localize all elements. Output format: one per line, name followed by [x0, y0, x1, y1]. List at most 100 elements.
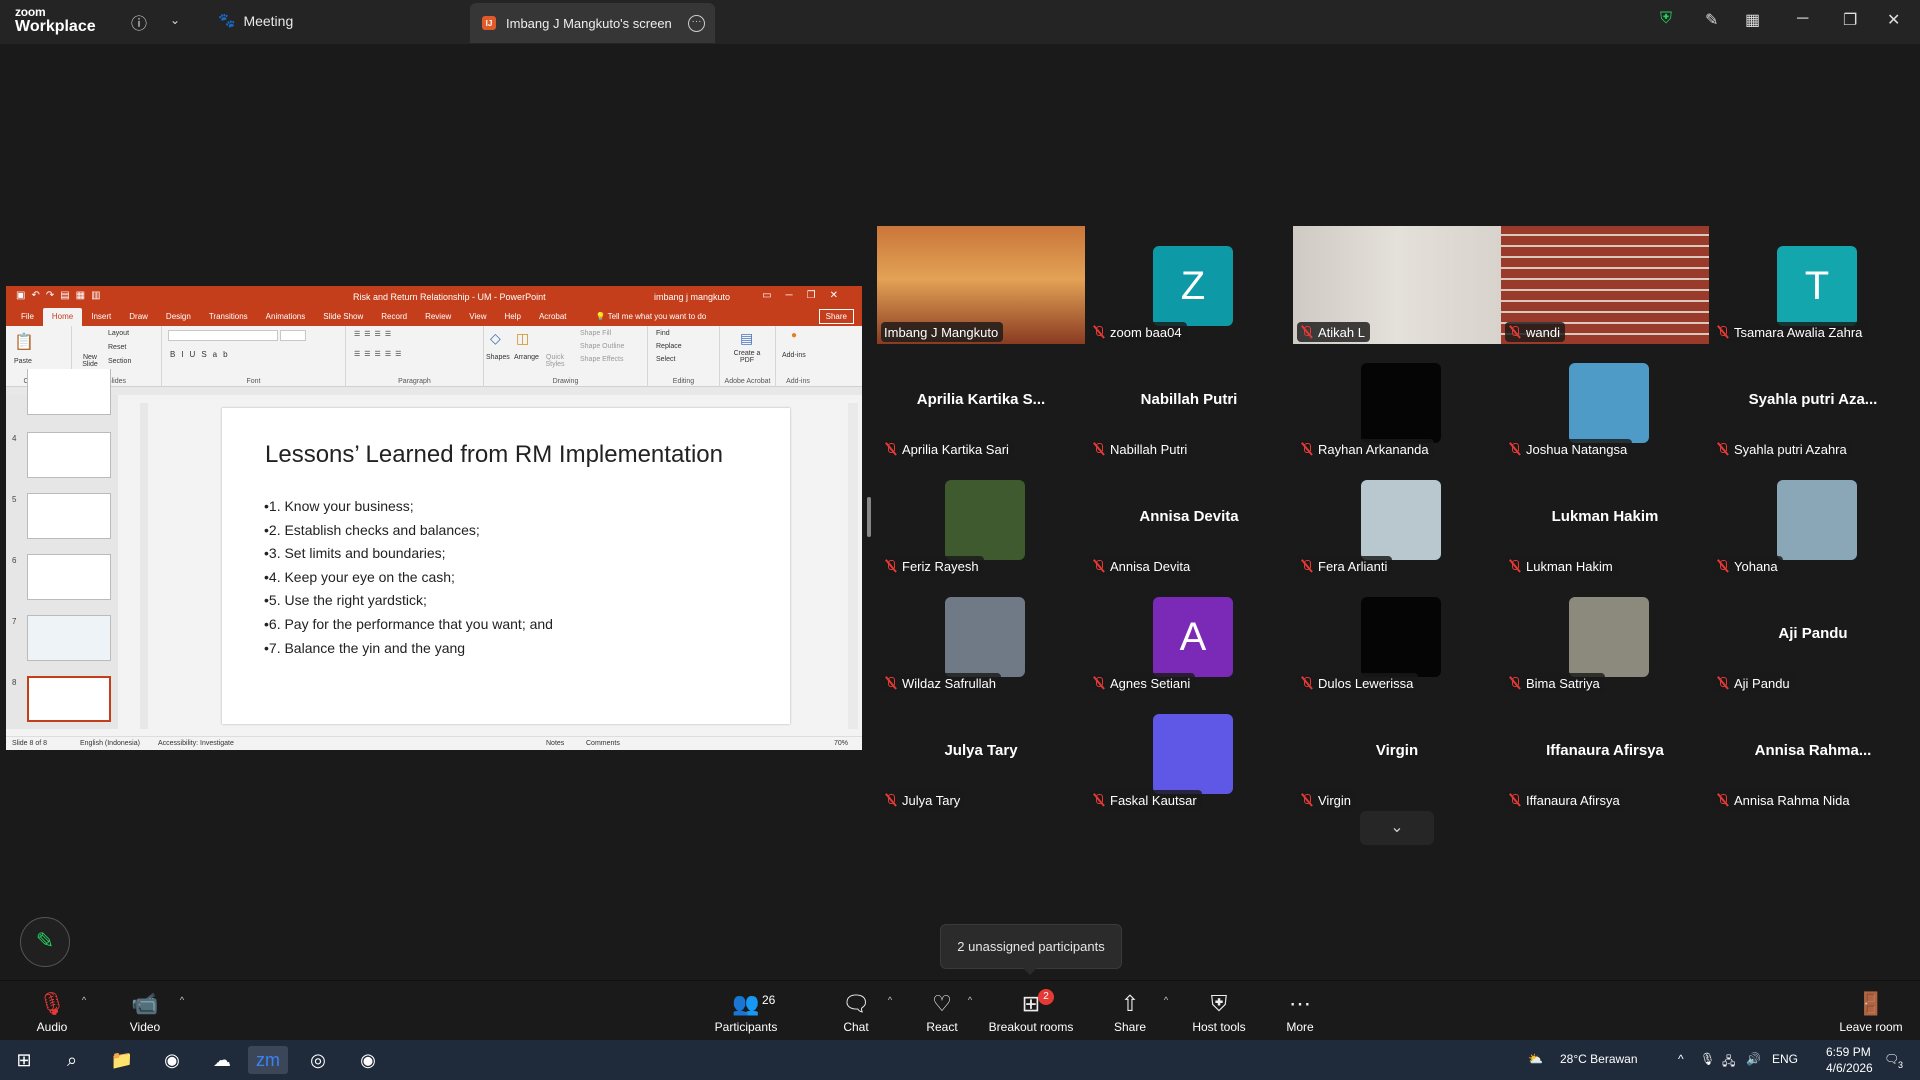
chrome-profile-icon[interactable]: ◉ [348, 1046, 388, 1074]
chat-button[interactable]: 🗨 Chat [838, 981, 874, 1041]
weather-text[interactable]: 28°C Berawan [1560, 1052, 1638, 1066]
share-screen-icon: ⇧ [1120, 991, 1140, 1016]
participant-tile[interactable]: Virgin Virgin [1293, 694, 1501, 812]
participant-name: Virgin [1318, 792, 1352, 808]
audio-button[interactable]: 🎙 Audio [32, 981, 72, 1041]
mic-muted-icon [1716, 559, 1730, 573]
maximize-icon[interactable]: ❐ [1843, 10, 1857, 30]
annotate-pencil-icon[interactable]: ✎ [1705, 10, 1718, 30]
status-notes: Notes [546, 740, 565, 747]
sharer-badge: IJ [482, 16, 496, 30]
participant-tile[interactable]: Imbang J Mangkuto [877, 226, 1085, 344]
participant-tile[interactable]: Bima Satriya [1501, 577, 1709, 695]
participant-tile[interactable]: Rayhan Arkananda [1293, 343, 1501, 461]
mic-muted-icon [1300, 676, 1314, 690]
windows-start-icon[interactable]: ⊞ [4, 1046, 44, 1074]
participant-tile[interactable]: Zzoom baa04 [1085, 226, 1293, 344]
participant-tile[interactable]: Dulos Lewerissa [1293, 577, 1501, 695]
participant-name: Feriz Rayesh [902, 558, 979, 574]
leave-room-button[interactable]: 🚪 Leave room [1836, 981, 1906, 1041]
video-options-caret[interactable]: ^ [176, 981, 188, 1041]
ppt-menu-view: View [469, 312, 487, 321]
network-icon[interactable]: 🖧 [1722, 1052, 1735, 1073]
react-button[interactable]: ♡ React [922, 981, 962, 1041]
participant-tile[interactable]: wandi [1501, 226, 1709, 344]
tab-meeting-label: Meeting [243, 12, 294, 29]
participant-tile[interactable]: Faskal Kautsar [1085, 694, 1293, 812]
breakout-rooms-button[interactable]: ⊞ Breakout rooms 2 [986, 981, 1076, 1041]
participant-tile[interactable]: Wildaz Safrullah [877, 577, 1085, 695]
tab-meeting[interactable]: 🐾 Meeting [218, 12, 293, 29]
language-indicator[interactable]: ENG [1772, 1052, 1798, 1066]
participant-tile[interactable]: Annisa Rahma... Annisa Rahma Nida [1709, 694, 1917, 812]
slide-bullet: 3. Set limits and boundaries; [264, 542, 553, 566]
participant-name: Joshua Natangsa [1526, 441, 1628, 457]
participant-tile[interactable]: Syahla putri Aza... Syahla putri Azahra [1709, 343, 1917, 461]
participant-display-name: Syahla putri Aza... [1748, 391, 1878, 408]
ppt-menu-design: Design [165, 312, 191, 321]
participant-name: Wildaz Safrullah [902, 675, 996, 691]
participant-tile[interactable]: T Tsamara Awalia Zahra [1709, 226, 1917, 344]
participant-tile[interactable]: Julya Tary Julya Tary [877, 694, 1085, 812]
mic-muted-icon [1716, 793, 1730, 807]
view-layout-icon[interactable]: ▦ [1745, 10, 1760, 30]
shape-effects-label: Shape Effects [580, 356, 624, 363]
mic-muted-icon [1716, 676, 1730, 690]
slide-thumb-number: 7 [12, 617, 17, 626]
participant-tile[interactable]: Iffanaura Afirsya Iffanaura Afirsya [1501, 694, 1709, 812]
clock-time[interactable]: 6:59 PM [1826, 1045, 1871, 1059]
volume-icon[interactable]: 🔊 [1746, 1052, 1761, 1066]
tab-shared-screen[interactable]: IJ Imbang J Mangkuto's screen ··· [470, 3, 715, 43]
participant-tile[interactable]: Fera Arlianti [1293, 460, 1501, 578]
split-divider-handle[interactable] [867, 497, 871, 537]
app-icon[interactable]: ☁ [202, 1046, 242, 1074]
file-explorer-icon[interactable]: 📁 [102, 1046, 142, 1074]
shield-icon[interactable]: ⛨ [1660, 10, 1672, 28]
weather-icon[interactable]: ⛅ [1528, 1052, 1543, 1066]
annotate-pencil-button[interactable]: ✎ [20, 917, 70, 967]
share-button[interactable]: ⇧ Share [1110, 981, 1150, 1041]
ppt-menu-insert: Insert [91, 312, 112, 321]
participant-tile[interactable]: Aji Pandu Aji Pandu [1709, 577, 1917, 695]
more-button[interactable]: ⋯ More [1280, 981, 1320, 1041]
ppt-title-bar: ▣↶↷▤▦▥ Risk and Return Relationship - UM… [6, 286, 862, 307]
video-button[interactable]: 📹 Video [124, 981, 166, 1041]
notification-icon[interactable]: 🗨 [1884, 1052, 1899, 1066]
audio-options-caret[interactable]: ^ [78, 981, 90, 1041]
participant-tile[interactable]: Nabillah Putri Nabillah Putri [1085, 343, 1293, 461]
chevron-down-icon[interactable]: ⌄ [170, 13, 180, 27]
close-icon[interactable]: ✕ [1887, 10, 1900, 30]
participant-name: Yohana [1734, 558, 1778, 574]
info-icon[interactable]: ⓘ [131, 10, 147, 34]
participant-display-name: Iffanaura Afirsya [1546, 742, 1664, 759]
participant-tile[interactable]: Lukman Hakim Lukman Hakim [1501, 460, 1709, 578]
participant-name-label: zoom baa04 [1089, 322, 1187, 342]
host-tools-button[interactable]: ⛨ Host tools [1188, 981, 1250, 1041]
replace-label: Replace [656, 343, 682, 350]
participant-tile[interactable]: Aprilia Kartika S... Aprilia Kartika Sari [877, 343, 1085, 461]
share-options-caret[interactable]: ^ [1160, 981, 1172, 1041]
gallery-next-page-button[interactable]: ⌄ [1360, 811, 1434, 845]
participant-tile[interactable]: Feriz Rayesh [877, 460, 1085, 578]
leave-label: Leave room [1839, 1020, 1903, 1034]
participant-tile[interactable]: Yohana [1709, 460, 1917, 578]
clock-date[interactable]: 4/6/2026 [1826, 1061, 1873, 1075]
mic-tray-icon[interactable]: 🎙 [1700, 1052, 1715, 1066]
participant-tile[interactable]: A Agnes Setiani [1085, 577, 1293, 695]
more-options-icon[interactable]: ··· [688, 15, 705, 32]
participants-button[interactable]: 👥 Participants 26 [712, 981, 780, 1041]
slide-bullet: 5. Use the right yardstick; [264, 589, 553, 613]
participant-tile[interactable]: Joshua Natangsa [1501, 343, 1709, 461]
chat-options-caret[interactable]: ^ [884, 981, 896, 1041]
participant-name-label: Iffanaura Afirsya [1505, 790, 1625, 810]
zoom-taskbar-icon[interactable]: zm [248, 1046, 288, 1074]
participant-tile[interactable]: Atikah L [1293, 226, 1501, 344]
quick-styles-label: Quick Styles [545, 354, 565, 368]
camera-app-icon[interactable]: ◎ [298, 1046, 338, 1074]
search-icon[interactable]: ⌕ [52, 1046, 92, 1074]
react-options-caret[interactable]: ^ [964, 981, 976, 1041]
participant-tile[interactable]: Annisa Devita Annisa Devita [1085, 460, 1293, 578]
minimize-icon[interactable]: ─ [1797, 10, 1808, 28]
tray-chevron-icon[interactable]: ^ [1678, 1052, 1684, 1066]
chrome-icon[interactable]: ◉ [152, 1046, 192, 1074]
